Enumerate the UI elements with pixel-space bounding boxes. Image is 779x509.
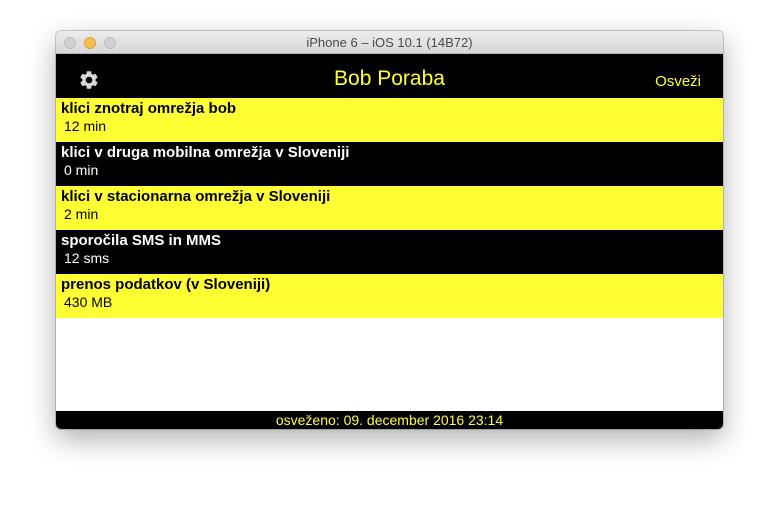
usage-label: sporočila SMS in MMS: [61, 232, 222, 249]
window-titlebar: iPhone 6 – iOS 10.1 (14B72): [56, 31, 723, 54]
list-item[interactable]: klici v stacionarna omrežja v Sloveniji …: [56, 186, 723, 230]
page-title: Bob Poraba: [334, 67, 445, 90]
usage-value: 12 sms: [64, 250, 110, 266]
list-item[interactable]: prenos podatkov (v Sloveniji) 430 MB: [56, 274, 723, 318]
usage-label: prenos podatkov (v Sloveniji): [61, 276, 271, 293]
usage-label: klici znotraj omrežja bob: [61, 100, 237, 117]
last-updated-status: osveženo: 09. december 2016 23:14: [56, 411, 723, 429]
usage-list: klici znotraj omrežja bob 12 min klici v…: [56, 98, 723, 318]
usage-value: 12 min: [64, 118, 107, 134]
refresh-button[interactable]: Osveži: [655, 73, 701, 90]
list-item[interactable]: klici znotraj omrežja bob 12 min: [56, 98, 723, 142]
usage-value: 0 min: [64, 162, 99, 178]
list-item[interactable]: klici v druga mobilna omrežja v Slovenij…: [56, 142, 723, 186]
usage-value: 430 MB: [64, 294, 113, 310]
usage-label: klici v stacionarna omrežja v Sloveniji: [61, 188, 331, 205]
app-screen: Bob Poraba Osveži klici znotraj omrežja …: [56, 54, 723, 429]
navigation-bar: Bob Poraba Osveži: [56, 54, 723, 98]
list-item[interactable]: sporočila SMS in MMS 12 sms: [56, 230, 723, 274]
settings-button[interactable]: [78, 69, 100, 91]
gear-icon: [80, 71, 98, 89]
usage-label: klici v druga mobilna omrežja v Slovenij…: [61, 144, 350, 161]
simulator-window: iPhone 6 – iOS 10.1 (14B72) Bob Poraba O…: [56, 31, 723, 429]
usage-value: 2 min: [64, 206, 99, 222]
window-title: iPhone 6 – iOS 10.1 (14B72): [306, 35, 473, 50]
